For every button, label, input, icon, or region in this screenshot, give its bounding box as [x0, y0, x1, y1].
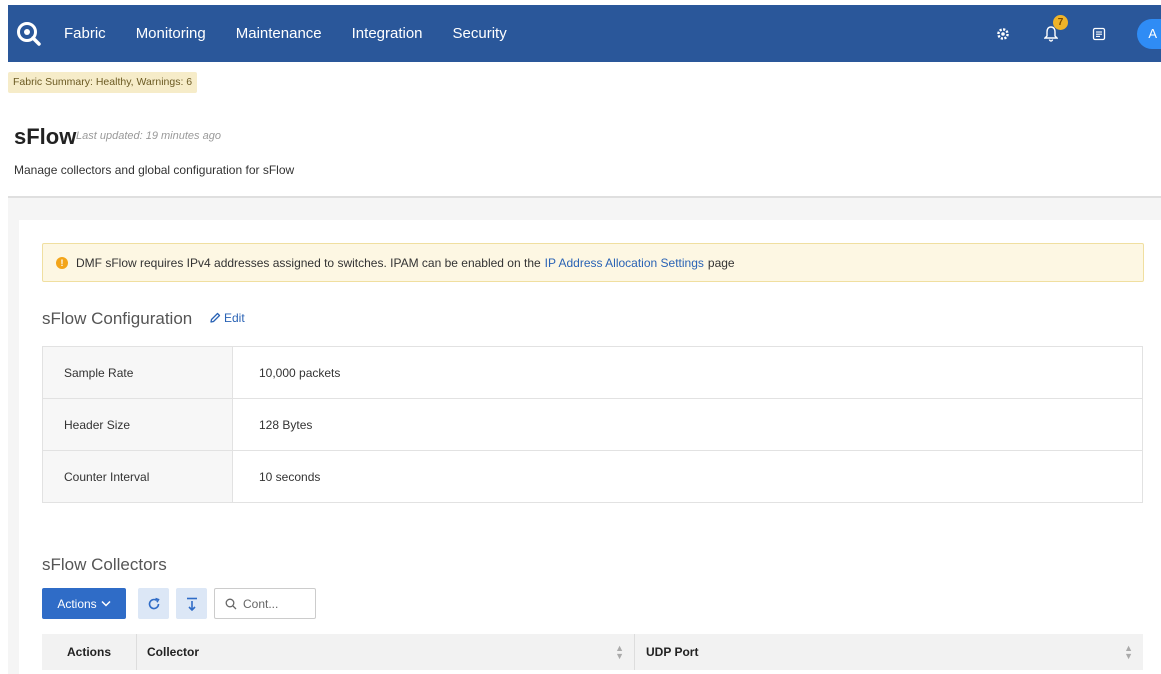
ipv4-warning-alert: ! DMF sFlow requires IPv4 addresses assi…: [42, 243, 1144, 282]
column-header-udp-port-label: UDP Port: [646, 645, 699, 659]
top-nav-bar: Fabric Monitoring Maintenance Integratio…: [8, 5, 1161, 62]
collectors-toolbar: Actions Cont...: [42, 588, 316, 619]
collector-search-input[interactable]: Cont...: [214, 588, 316, 619]
notifications-bell-icon[interactable]: 7: [1041, 14, 1068, 44]
config-row-header-size: Header Size 128 Bytes: [42, 398, 1143, 451]
pencil-icon: [210, 312, 221, 323]
config-label: Header Size: [42, 398, 233, 451]
sflow-configuration-table: Sample Rate 10,000 packets Header Size 1…: [42, 346, 1143, 503]
edit-configuration-link[interactable]: Edit: [209, 311, 245, 325]
app-logo-icon[interactable]: [14, 19, 44, 49]
config-label: Counter Interval: [42, 450, 233, 503]
last-updated-text: Last updated: 19 minutes ago: [76, 130, 221, 142]
page-title: sFlow: [14, 124, 77, 149]
config-value: 10,000 packets: [232, 346, 1143, 399]
config-value: 10 seconds: [259, 469, 321, 484]
column-header-actions: Actions: [42, 634, 137, 670]
sflow-configuration-title: sFlow Configuration: [42, 309, 193, 328]
alert-text: DMF sFlow requires IPv4 addresses assign…: [76, 255, 541, 270]
config-value: 128 Bytes: [232, 398, 1143, 451]
column-header-collector[interactable]: Collector ▲ ▼: [137, 634, 635, 670]
nav-item-maintenance[interactable]: Maintenance: [236, 5, 322, 62]
user-avatar[interactable]: A: [1137, 18, 1161, 49]
search-icon: [225, 598, 237, 609]
notification-count-badge: 7: [1053, 14, 1068, 30]
nav-item-integration[interactable]: Integration: [352, 5, 423, 62]
sort-icon[interactable]: ▲ ▼: [1124, 644, 1133, 661]
fabric-summary-badge[interactable]: Fabric Summary: Healthy, Warnings: 6: [8, 72, 198, 93]
config-row-counter-interval: Counter Interval 10 seconds: [42, 450, 1143, 503]
config-label: Sample Rate: [42, 346, 233, 399]
alert-text-suffix: page: [707, 255, 735, 270]
sflow-collectors-title: sFlow Collectors: [42, 555, 167, 574]
edit-label: Edit: [224, 311, 245, 325]
config-row-sample-rate: Sample Rate 10,000 packets: [42, 346, 1143, 399]
search-placeholder: Cont...: [243, 596, 279, 611]
refresh-button[interactable]: [138, 588, 169, 619]
settings-gear-icon[interactable]: [993, 24, 1013, 44]
nav-item-fabric[interactable]: Fabric: [64, 5, 106, 62]
column-header-collector-label: Collector: [147, 645, 200, 659]
page-description: Manage collectors and global configurati…: [14, 163, 295, 177]
warning-icon: !: [56, 256, 68, 269]
column-header-udp-port[interactable]: UDP Port ▲ ▼: [635, 634, 1143, 670]
ip-address-allocation-settings-link[interactable]: IP Address Allocation Settings: [545, 256, 704, 270]
nav-item-security[interactable]: Security: [453, 5, 507, 62]
download-icon: [186, 597, 197, 611]
refresh-icon: [148, 597, 160, 609]
actions-dropdown-button[interactable]: Actions: [42, 588, 126, 619]
export-button[interactable]: [176, 588, 207, 619]
nav-item-monitoring[interactable]: Monitoring: [136, 5, 206, 62]
chevron-down-icon: [101, 600, 111, 607]
actions-label: Actions: [57, 596, 97, 611]
collectors-table-header: Actions Collector ▲ ▼ UDP Port ▲ ▼: [42, 634, 1143, 670]
sort-icon[interactable]: ▲ ▼: [615, 644, 624, 661]
document-icon[interactable]: [1089, 24, 1109, 44]
